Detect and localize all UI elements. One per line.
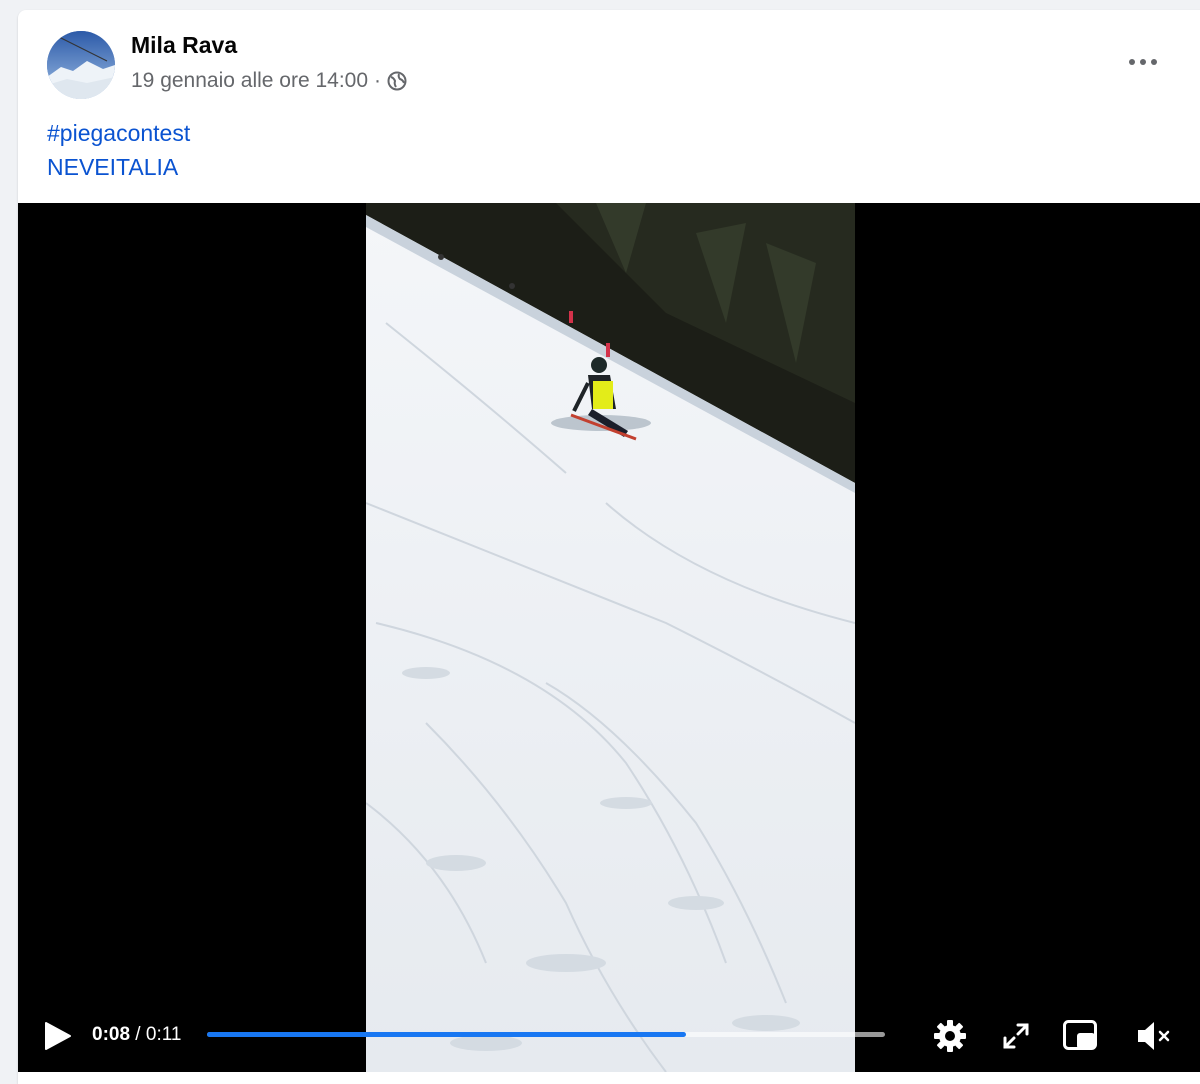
picture-in-picture-icon [1063, 1020, 1097, 1050]
video-controls: 0:08 / 0:11 [18, 1003, 1200, 1072]
mute-button[interactable] [1134, 1016, 1174, 1056]
fullscreen-icon [1003, 1023, 1029, 1049]
post-card: Mila Rava 19 gennaio alle ore 14:00 · #p… [18, 10, 1200, 1084]
progress-fill [207, 1032, 686, 1037]
hashtag-link[interactable]: #piegacontest [47, 116, 190, 150]
video-frame[interactable] [366, 203, 855, 1072]
settings-button[interactable] [930, 1016, 970, 1056]
picture-in-picture-button[interactable] [1060, 1016, 1100, 1056]
post-meta: 19 gennaio alle ore 14:00 · [131, 69, 407, 93]
more-options-button[interactable] [1118, 48, 1168, 76]
author-avatar[interactable] [47, 31, 115, 99]
fullscreen-button[interactable] [996, 1016, 1036, 1056]
post-text: #piegacontest NEVEITALIA [47, 116, 190, 184]
meta-separator: · [374, 69, 382, 92]
settings-icon [934, 1020, 966, 1052]
video-picture [366, 203, 855, 1072]
video-player[interactable]: 0:08 / 0:11 [18, 203, 1200, 1072]
post-timestamp[interactable]: 19 gennaio alle ore 14:00 [131, 69, 368, 93]
post-text-line[interactable]: NEVEITALIA [47, 150, 190, 184]
current-time: 0:08 [92, 1024, 131, 1045]
author-name[interactable]: Mila Rava [131, 32, 237, 59]
globe-icon[interactable] [387, 71, 407, 91]
time-separator: / [130, 1024, 146, 1045]
time-display: 0:08 / 0:11 [92, 1024, 181, 1046]
duration: 0:11 [145, 1024, 182, 1045]
more-options-icon [1129, 59, 1157, 65]
muted-volume-icon [1138, 1022, 1170, 1050]
progress-bar[interactable] [207, 1032, 885, 1037]
avatar-image [47, 31, 115, 99]
play-icon [45, 1022, 71, 1050]
post-footer-edge [18, 1072, 1200, 1084]
play-button[interactable] [42, 1019, 74, 1053]
